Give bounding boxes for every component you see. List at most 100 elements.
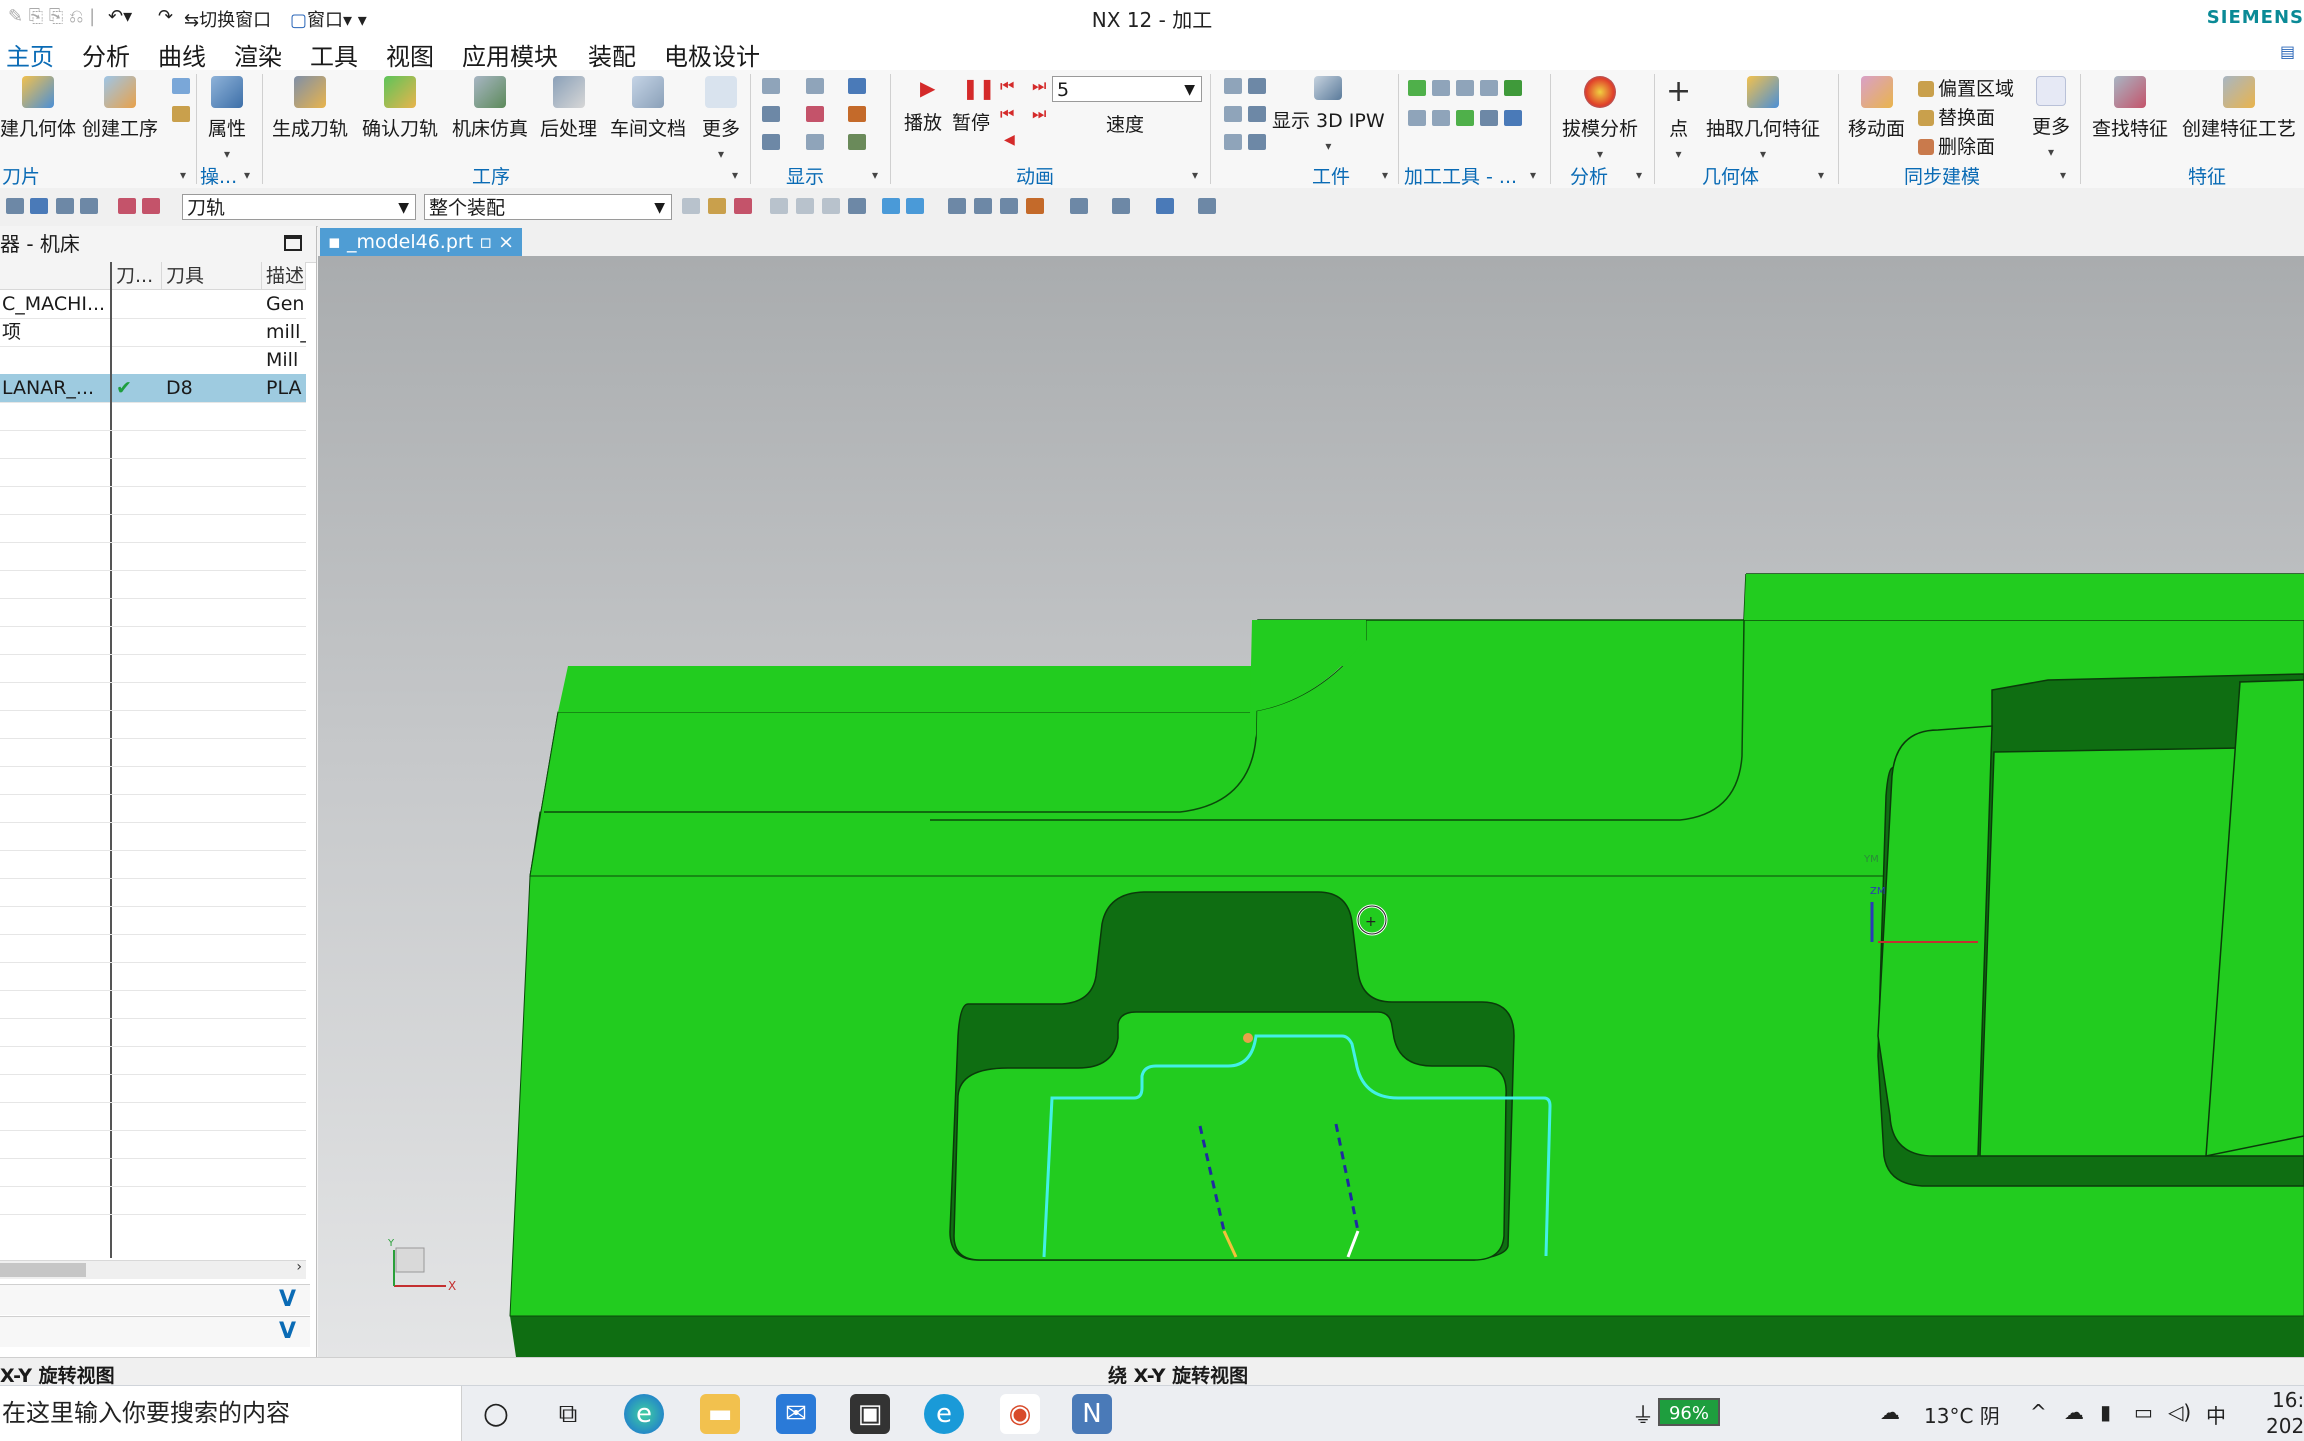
workpiece-icon-2[interactable] xyxy=(1248,78,1266,94)
group-insert-dropdown-icon[interactable]: ▾ xyxy=(180,168,186,182)
start-point-marker[interactable] xyxy=(1243,1033,1253,1043)
tab-view[interactable]: 视图 xyxy=(382,37,438,72)
graphics-viewport[interactable]: + YM ZM X Y xyxy=(318,256,2304,1357)
chevron-down-icon[interactable]: V xyxy=(279,1287,296,1312)
machining-tool-icon-6[interactable] xyxy=(1408,110,1426,126)
tab-render[interactable]: 渲染 xyxy=(230,37,286,72)
chevron-down-icon[interactable]: V xyxy=(279,1319,296,1344)
fast-forward-icon[interactable]: ⏭ xyxy=(1032,104,1046,124)
machine-simulation-button[interactable]: 机床仿真 xyxy=(452,76,528,141)
cortana-icon[interactable]: ○ xyxy=(476,1394,516,1434)
snap-icon-7[interactable] xyxy=(848,198,866,214)
snap-icon-1[interactable] xyxy=(682,198,700,214)
tab-application[interactable]: 应用模块 xyxy=(458,37,562,72)
group-operation-dropdown-icon[interactable]: ▾ xyxy=(732,168,738,182)
ie-browser-icon[interactable]: e xyxy=(924,1394,964,1434)
battery-indicator[interactable]: 96% xyxy=(1658,1398,1720,1426)
rewind-icon[interactable]: ⏮ xyxy=(1000,104,1014,124)
view-tool-icon-2[interactable] xyxy=(974,198,992,214)
nx-app-icon[interactable]: N xyxy=(1072,1394,1112,1434)
find-feature-button[interactable]: 查找特征 xyxy=(2092,76,2168,141)
group-geometry-dropdown-icon[interactable]: ▾ xyxy=(1818,168,1824,182)
input-method-icon[interactable]: 中 xyxy=(2206,1400,2226,1429)
column-header-tool[interactable]: 刀具 xyxy=(162,262,262,290)
step-back-icon[interactable]: ⏮ xyxy=(1000,76,1014,96)
display-option-icon-4[interactable] xyxy=(806,78,824,94)
view-tool-icon-6[interactable] xyxy=(1112,198,1130,214)
shading-icon[interactable] xyxy=(882,198,900,214)
workpiece-icon-5[interactable] xyxy=(1224,134,1242,150)
file-explorer-icon[interactable]: ▬ xyxy=(700,1394,740,1434)
view-tool-icon-1[interactable] xyxy=(948,198,966,214)
scrollbar-thumb[interactable] xyxy=(0,1263,86,1277)
snap-icon-4[interactable] xyxy=(770,198,788,214)
model-scene[interactable]: + YM ZM X Y xyxy=(318,256,2304,1357)
machining-tool-icon-10[interactable] xyxy=(1504,110,1522,126)
group-machining-tools-dropdown-icon[interactable]: ▾ xyxy=(1530,168,1536,182)
edge-browser-icon[interactable]: e xyxy=(624,1394,664,1434)
delete-face-button[interactable]: 删除面 xyxy=(1918,132,1995,159)
task-view-icon[interactable]: ⧉ xyxy=(548,1394,588,1434)
operation-more-button[interactable]: 更多 ▾ xyxy=(702,76,740,163)
play-button[interactable]: 播放 xyxy=(904,108,942,135)
plug-icon[interactable]: ⏚ xyxy=(1632,1398,1654,1430)
properties-button[interactable]: 属性 ▾ xyxy=(208,76,246,163)
redo-icon[interactable]: ↷ xyxy=(158,6,173,27)
view-icon[interactable] xyxy=(906,198,924,214)
filter-icon-2[interactable] xyxy=(142,198,160,214)
insert-extra-icon[interactable] xyxy=(172,78,190,94)
snap-icon-6[interactable] xyxy=(822,198,840,214)
weather-text[interactable]: 13°C 阴 xyxy=(1924,1400,2000,1429)
machining-tool-icon-8[interactable] xyxy=(1456,110,1474,126)
postprocess-button[interactable]: 后处理 xyxy=(540,76,597,141)
create-geometry-button[interactable]: 建几何体 xyxy=(0,76,76,141)
window-menu-button[interactable]: ▢窗口▾ ▾ xyxy=(290,6,367,32)
column-header-description[interactable]: 描述 xyxy=(262,262,306,290)
microphone-icon[interactable]: ▮ xyxy=(2100,1400,2111,1424)
group-animation-dropdown-icon[interactable]: ▾ xyxy=(1192,168,1198,182)
close-icon[interactable]: × xyxy=(498,231,514,253)
ribbon-options-icon[interactable]: ▤ xyxy=(2280,42,2295,61)
step-forward-icon[interactable]: ⏭ xyxy=(1032,76,1046,96)
table-row[interactable]: C_MACHI... Gen xyxy=(0,290,306,319)
quick-access-icons[interactable]: ✎ ⎘ ⎘ ⎌ | xyxy=(8,6,95,27)
reverse-icon[interactable]: ◀ xyxy=(1004,132,1015,148)
sync-more-button[interactable]: 更多 ▾ xyxy=(2032,76,2070,161)
select-mode-icon-3[interactable] xyxy=(56,198,74,214)
weather-icon[interactable]: ☁ xyxy=(1880,1400,1900,1424)
group-sync-dropdown-icon[interactable]: ▾ xyxy=(2060,168,2066,182)
select-mode-icon-1[interactable] xyxy=(6,198,24,214)
move-face-button[interactable]: 移动面 xyxy=(1848,76,1905,141)
type-filter-select[interactable]: 刀轨 ▼ xyxy=(182,194,416,220)
quick-access-undo-icon[interactable]: ↶▾ xyxy=(108,6,132,27)
view-tool-icon-3[interactable] xyxy=(1000,198,1018,214)
display-option-icon-2[interactable] xyxy=(762,106,780,122)
display-option-icon-9[interactable] xyxy=(848,134,866,150)
tab-electrode-design[interactable]: 电极设计 xyxy=(660,37,764,72)
draft-analysis-button[interactable]: 拔模分析 ▾ xyxy=(1562,76,1638,163)
shop-documentation-button[interactable]: 车间文档 xyxy=(610,76,686,141)
presentation-app-icon[interactable]: ◉ xyxy=(1000,1394,1040,1434)
view-tool-icon-8[interactable] xyxy=(1198,198,1216,214)
snap-icon-2[interactable] xyxy=(708,198,726,214)
scroll-right-icon[interactable]: › xyxy=(296,1259,302,1275)
snap-icon-5[interactable] xyxy=(796,198,814,214)
display-option-icon-5[interactable] xyxy=(806,106,824,122)
tab-assembly[interactable]: 装配 xyxy=(584,37,640,72)
tab-tools[interactable]: 工具 xyxy=(306,37,362,72)
pause-button[interactable]: 暂停 xyxy=(952,108,990,135)
display-option-icon-1[interactable] xyxy=(762,78,780,94)
machining-tool-icon-4[interactable] xyxy=(1480,80,1498,96)
workpiece-icon-3[interactable] xyxy=(1224,106,1242,122)
offset-region-button[interactable]: 偏置区域 xyxy=(1918,74,2014,101)
verify-toolpath-button[interactable]: 确认刀轨 xyxy=(362,76,438,141)
tab-analysis[interactable]: 分析 xyxy=(78,37,134,72)
group-ops-dropdown-icon[interactable]: ▾ xyxy=(244,168,250,182)
network-icon[interactable]: ▭ xyxy=(2134,1400,2153,1424)
mail-icon[interactable]: ✉ xyxy=(776,1394,816,1434)
switch-window-button[interactable]: ⇆切换窗口 xyxy=(184,6,271,32)
table-row[interactable]: 项 mill_ xyxy=(0,318,306,347)
view-tool-icon-7[interactable] xyxy=(1156,198,1174,214)
workpiece-icon-1[interactable] xyxy=(1224,78,1242,94)
view-tool-icon-4[interactable] xyxy=(1026,198,1044,214)
